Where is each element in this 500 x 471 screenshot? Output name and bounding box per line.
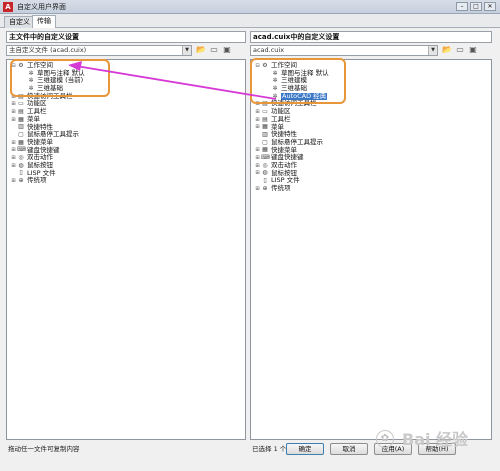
tree-item[interactable]: ⊞ ⊕ 传统项 [10, 177, 85, 185]
expand-toggle-icon[interactable]: ⊞ [10, 140, 17, 146]
tab-transfer[interactable]: 传输 [32, 15, 56, 29]
expand-toggle-icon[interactable]: ⊞ [10, 155, 17, 161]
expand-toggle-icon[interactable]: ⊞ [10, 117, 17, 123]
window-controls: – □ ✕ [456, 2, 496, 11]
tree-item[interactable]: ⊞ ▤ 工具栏 [10, 107, 85, 116]
menu-icon: ▦ [262, 123, 268, 131]
file-icon: ▯ [263, 177, 267, 185]
toolbar-icon: ▤ [262, 115, 268, 123]
save-icon[interactable]: ▣ [468, 45, 478, 55]
tree-item-label: 传统项 [27, 176, 47, 185]
menu-icon: ▦ [18, 138, 24, 146]
file-icon: ▯ [19, 169, 23, 177]
chevron-down-icon[interactable]: ▼ [428, 46, 437, 55]
expand-toggle-icon[interactable]: ⊞ [10, 147, 17, 153]
maximize-button[interactable]: □ [470, 2, 482, 11]
left-annotation-box [10, 59, 110, 97]
chevron-down-icon[interactable]: ▼ [182, 46, 191, 55]
mouse-icon: ◍ [18, 161, 24, 169]
menu-icon: ▦ [262, 146, 268, 154]
tree-item[interactable]: ▯ LISP 文件 [254, 177, 329, 185]
tree-item[interactable]: ⊞ ▭ 功能区 [254, 107, 329, 116]
tooltip-icon: ▢ [262, 138, 268, 146]
title-bar: A 自定义用户界面 – □ ✕ [0, 0, 500, 14]
keyboard-icon: ⌨ [261, 154, 270, 162]
expand-toggle-icon[interactable]: ⊞ [254, 124, 261, 130]
tree-item[interactable]: ▯ LISP 文件 [10, 169, 85, 178]
tree-item[interactable]: ⊞ ▤ 工具栏 [254, 115, 329, 124]
expand-toggle-icon[interactable]: ⊞ [10, 163, 17, 169]
left-dropdown-value: 主自定义文件 (acad.cuix) [9, 46, 87, 54]
ribbon-icon: ▭ [262, 107, 268, 115]
keyboard-icon: ⌨ [17, 146, 26, 154]
open-file-icon[interactable]: 📂 [442, 45, 452, 55]
properties-icon: ▥ [262, 131, 268, 139]
menu-icon: ▦ [18, 115, 24, 123]
left-panel-header: 主文件中的自定义设置 [6, 31, 246, 43]
right-panel-header: acad.cuix中的自定义设置 [250, 31, 492, 43]
double-click-icon: ◎ [262, 161, 268, 169]
tree-item[interactable]: ⊞ ▭ 功能区 [10, 100, 85, 108]
expand-toggle-icon[interactable]: ⊞ [254, 155, 261, 161]
close-button[interactable]: ✕ [484, 2, 496, 11]
cancel-button[interactable]: 取消 [330, 443, 368, 455]
minimize-button[interactable]: – [456, 2, 468, 11]
tooltip-icon: ▢ [18, 131, 24, 139]
ok-button[interactable]: 确定 [286, 443, 324, 455]
save-icon[interactable]: ▣ [222, 45, 232, 55]
mouse-icon: ◍ [262, 169, 268, 177]
right-dropdown-value: acad.cuix [253, 46, 285, 54]
autocad-logo-icon: A [3, 1, 13, 12]
expand-toggle-icon[interactable]: ⊞ [254, 147, 261, 153]
expand-toggle-icon[interactable]: ⊞ [254, 109, 261, 115]
ribbon-icon: ▭ [18, 100, 24, 108]
expand-toggle-icon[interactable]: ⊞ [254, 170, 261, 176]
legacy-icon: ⊕ [262, 184, 268, 192]
toolbar-icon: ▤ [18, 107, 24, 115]
expand-toggle-icon[interactable]: ⊞ [254, 163, 261, 169]
double-click-icon: ◎ [18, 154, 24, 162]
left-tree-view[interactable]: ⊟ ⚙ 工作空间 ✲ 草图与注释 默认 ✲ 三维建模 (当前) ✲ 三维基础 ⊞ ▤ 快速访问工具栏 ⊞… [6, 59, 246, 440]
expand-toggle-icon[interactable]: ⊞ [10, 178, 17, 184]
window-title: 自定义用户界面 [17, 2, 66, 11]
watermark-text: Bai 经验 [402, 430, 469, 449]
new-file-icon[interactable]: ▭ [455, 45, 465, 55]
expand-toggle-icon[interactable]: ⊞ [254, 117, 261, 123]
tree-item[interactable]: ⊞ ⊕ 传统项 [254, 184, 329, 193]
left-file-dropdown[interactable]: 主自定义文件 (acad.cuix) ▼ [6, 45, 192, 56]
new-file-icon[interactable]: ▭ [209, 45, 219, 55]
expand-toggle-icon[interactable]: ⊞ [10, 101, 17, 107]
watermark-paw-icon: ✿ [376, 430, 394, 448]
open-file-icon[interactable]: 📂 [196, 45, 206, 55]
right-tree-view[interactable]: ⊟ ⚙ 工作空间 ✲ 草图与注释 默认 ✲ 三维建模 ✲ 三维基础 ✲ AutoCAD 经典 ⊞ ▤ 快速… [250, 59, 492, 440]
right-file-dropdown[interactable]: acad.cuix ▼ [250, 45, 438, 56]
properties-icon: ▥ [18, 123, 24, 131]
tab-strip: 自定义 传输 [0, 14, 500, 29]
legacy-icon: ⊕ [18, 177, 24, 185]
expand-toggle-icon[interactable]: ⊞ [254, 186, 261, 192]
tab-customize[interactable]: 自定义 [4, 16, 35, 28]
left-status-text: 拖动任一文件可复制内容 [8, 445, 80, 453]
tree-item-label: 传统项 [271, 184, 291, 192]
right-annotation-box [250, 58, 346, 104]
expand-toggle-icon[interactable]: ⊞ [10, 109, 17, 115]
